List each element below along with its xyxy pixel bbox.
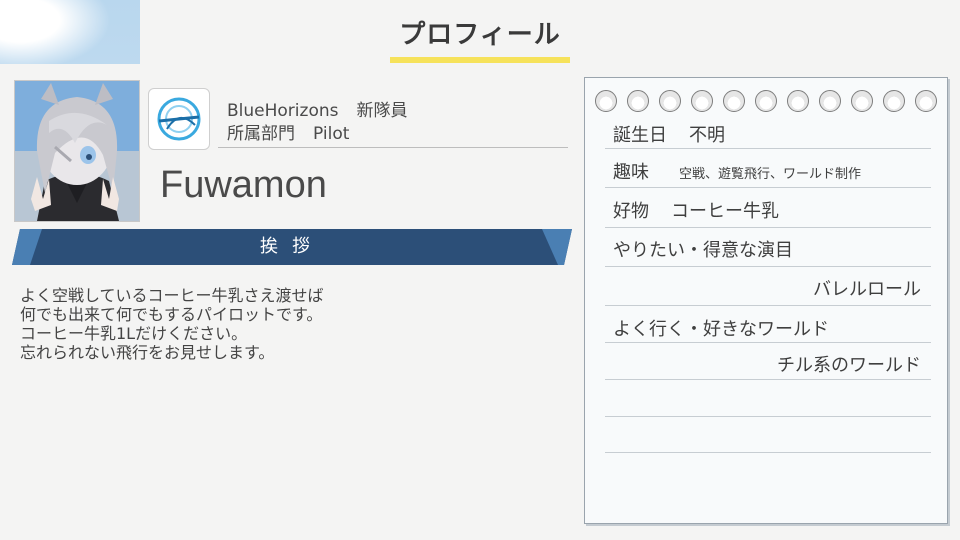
- team-logo: [148, 88, 210, 150]
- binder-hole-icon: [723, 90, 745, 112]
- notebook-line: [605, 416, 931, 417]
- world-value: チル系のワールド: [777, 355, 921, 376]
- binder-hole-icon: [659, 90, 681, 112]
- binder-hole-icon: [595, 90, 617, 112]
- binder-hole-icon: [819, 90, 841, 112]
- birthday-label: 誕生日: [613, 125, 667, 146]
- binder-hole-icon: [915, 90, 937, 112]
- notebook-line: [605, 452, 931, 453]
- binder-hole-icon: [755, 90, 777, 112]
- greeting-line: 忘れられない飛行をお見せします。: [20, 343, 275, 362]
- hobby-row: 趣味 空戦、遊覧飛行、ワールド制作: [613, 158, 861, 184]
- world-label: よく行く・好きなワールド: [613, 319, 829, 340]
- birthday-row: 誕生日 不明: [613, 121, 725, 147]
- avatar-illustration: [15, 81, 139, 221]
- avatar: [14, 80, 140, 222]
- favorite-value: コーヒー牛乳: [671, 201, 779, 222]
- profile-notebook: 誕生日 不明 趣味 空戦、遊覧飛行、ワールド制作 好物 コーヒー牛乳 やりたい・得意な…: [584, 77, 948, 524]
- department-label: 所属部門: [227, 124, 295, 144]
- notebook-line: [605, 266, 931, 267]
- hobby-value: 空戦、遊覧飛行、ワールド制作: [679, 167, 862, 182]
- team-logo-icon: [157, 97, 201, 141]
- notebook-line: [605, 148, 931, 149]
- greeting-message: よく空戦しているコーヒー牛乳さえ渡せば 何でも出来て何でもするパイロットです。 …: [20, 286, 560, 362]
- greeting-label: 挨拶: [260, 236, 324, 257]
- notebook-line: [605, 187, 931, 188]
- team-rank: 新隊員: [356, 101, 408, 121]
- page-title: プロフィール: [399, 20, 561, 50]
- header: プロフィール: [140, 0, 960, 65]
- hobby-label: 趣味: [613, 162, 649, 183]
- binder-hole-icon: [883, 90, 905, 112]
- notebook-line: [605, 379, 931, 380]
- notebook-line: [605, 342, 931, 343]
- greeting-line: よく空戦しているコーヒー牛乳さえ渡せば: [20, 286, 324, 305]
- department-info: 所属部門 Pilot: [227, 119, 349, 144]
- notebook-line: [605, 305, 931, 306]
- player-name: Fuwamon: [160, 164, 327, 206]
- binder-holes: [595, 90, 940, 112]
- skill-label: やりたい・得意な演目: [613, 240, 793, 261]
- skill-value: バレルロール: [813, 279, 921, 300]
- favorite-label: 好物: [613, 201, 649, 222]
- team-info: BlueHorizons 新隊員: [227, 96, 407, 121]
- binder-hole-icon: [851, 90, 873, 112]
- binder-hole-icon: [627, 90, 649, 112]
- greeting-line: コーヒー牛乳1Lだけください。: [20, 324, 248, 343]
- title-underline: [390, 57, 570, 63]
- binder-hole-icon: [691, 90, 713, 112]
- binder-hole-icon: [787, 90, 809, 112]
- birthday-value: 不明: [689, 125, 725, 146]
- department-value: Pilot: [313, 124, 350, 144]
- greeting-line: 何でも出来て何でもするパイロットです。: [20, 305, 323, 324]
- greeting-header: 挨拶: [12, 229, 572, 265]
- notebook-line: [605, 227, 931, 228]
- name-divider: [218, 147, 568, 148]
- team-name: BlueHorizons: [227, 101, 339, 121]
- favorite-row: 好物 コーヒー牛乳: [613, 197, 779, 223]
